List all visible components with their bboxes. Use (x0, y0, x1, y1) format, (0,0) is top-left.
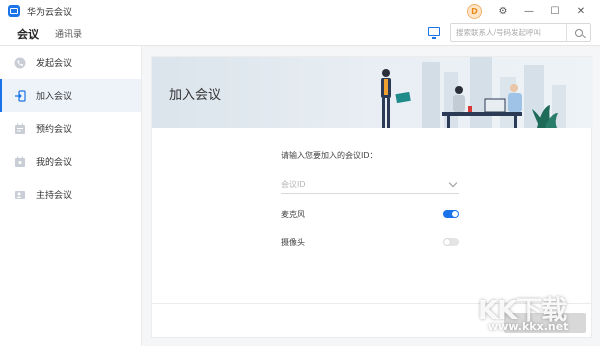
mic-option: 麦克风 (281, 207, 459, 221)
chevron-down-icon[interactable] (448, 178, 458, 187)
watermark-url: www.kkx.net (488, 320, 569, 333)
sidebar-item-label: 我的会议 (36, 158, 73, 168)
host-icon (14, 189, 26, 201)
join-form: 请输入您要加入的会议ID： 会议ID 麦克风 摄像头 (281, 150, 459, 249)
sidebar-item-schedule-meeting[interactable]: 预约会议 (0, 112, 141, 145)
app-title: 华为云会议 (27, 7, 73, 18)
camera-option: 摄像头 (281, 235, 459, 249)
close-button[interactable]: ✕ (568, 3, 594, 19)
banner-illustration (381, 57, 566, 128)
app-logo-icon (8, 5, 20, 17)
top-nav: 会议 通讯录 (0, 22, 600, 46)
sidebar-item-label: 发起会议 (36, 59, 73, 69)
sidebar-item-start-meeting[interactable]: 发起会议 (0, 46, 141, 79)
maximize-button[interactable]: ☐ (542, 3, 568, 19)
page-title: 加入会议 (169, 88, 222, 103)
calendar-icon (14, 123, 26, 135)
sidebar-item-host-meeting[interactable]: 主持会议 (0, 178, 141, 211)
search-icon (574, 28, 583, 37)
sidebar-item-label: 加入会议 (36, 92, 73, 102)
phone-icon (14, 57, 26, 69)
my-meetings-icon (14, 156, 26, 168)
sidebar-item-label: 预约会议 (36, 125, 73, 135)
sidebar-item-label: 主持会议 (36, 191, 73, 201)
search-button[interactable] (566, 24, 590, 41)
mic-toggle[interactable] (443, 210, 459, 218)
toggle-knob (452, 211, 458, 217)
sidebar-item-my-meetings[interactable]: 我的会议 (0, 145, 141, 178)
minimize-button[interactable]: — (516, 3, 542, 19)
tab-meetings[interactable]: 会议 (9, 22, 47, 46)
screen-share-icon[interactable] (428, 27, 440, 39)
join-prompt: 请输入您要加入的会议ID： (281, 151, 378, 160)
window-controls: D ⚙ — ☐ ✕ (467, 3, 594, 19)
mic-label: 麦克风 (281, 209, 305, 219)
search-input[interactable] (451, 24, 567, 41)
sidebar: 发起会议 加入会议 预约会议 我的会议 主持会议 (0, 46, 142, 346)
join-banner: 加入会议 (152, 57, 593, 128)
toggle-knob (444, 239, 450, 245)
camera-toggle[interactable] (443, 238, 459, 246)
search-box (450, 23, 591, 42)
tab-contacts[interactable]: 通讯录 (47, 22, 90, 46)
title-bar: 华为云会议 D ⚙ — ☐ ✕ (0, 0, 600, 22)
avatar[interactable]: D (467, 3, 482, 19)
join-icon (14, 89, 26, 102)
camera-label: 摄像头 (281, 237, 305, 247)
settings-gear-icon[interactable]: ⚙ (490, 3, 516, 19)
sidebar-item-join-meeting[interactable]: 加入会议 (0, 79, 141, 112)
meeting-id-select[interactable]: 会议ID (281, 175, 459, 194)
meeting-id-placeholder: 会议ID (281, 179, 306, 189)
